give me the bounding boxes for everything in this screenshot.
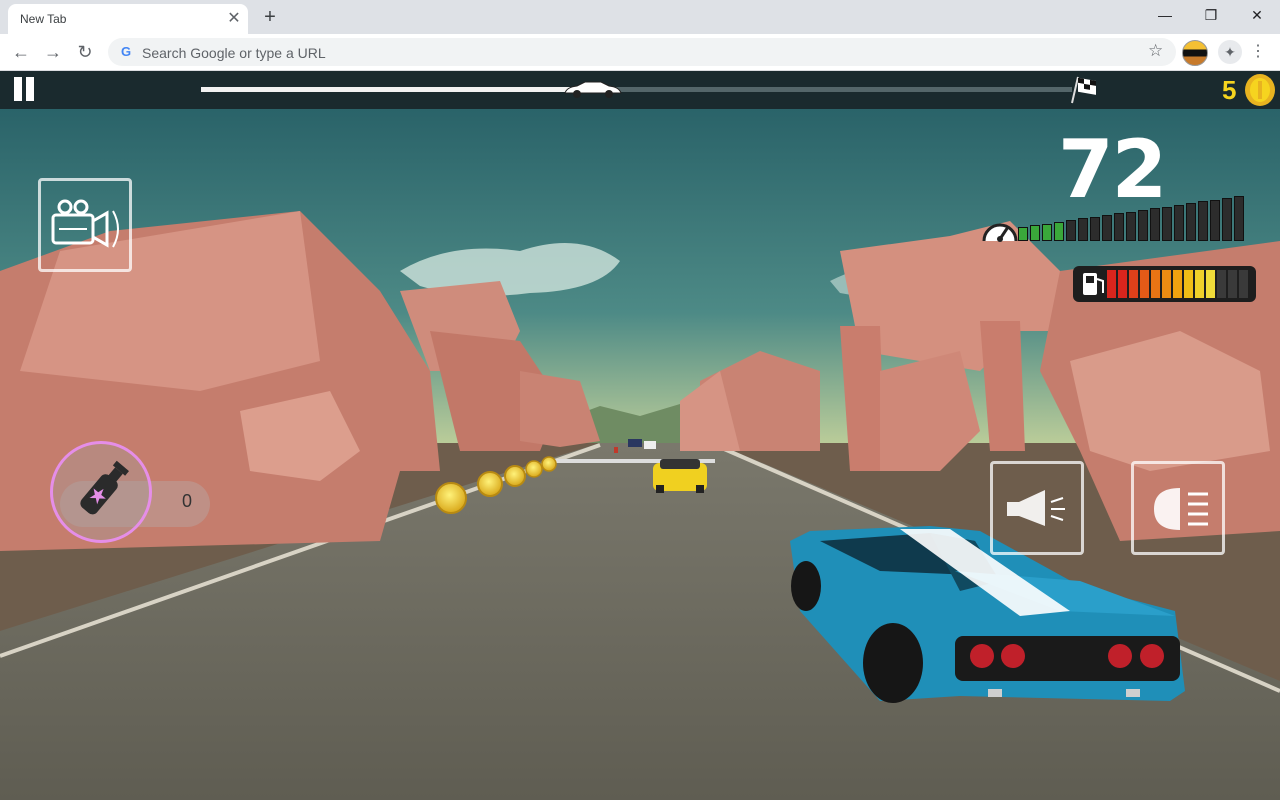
fuel-gauge-segment [1228,270,1237,298]
fuel-pump-icon [1083,273,1104,295]
omnibox-placeholder[interactable]: Search Google or type a URL [142,45,326,61]
player-car-marker-icon [564,81,622,98]
headlight-icon [1154,488,1208,530]
speedometer-icon [982,223,1018,242]
new-tab-button[interactable]: + [258,5,282,29]
coin-icon [1245,74,1275,106]
speed-gauge-segment [1114,213,1124,241]
opponent-car [653,459,707,493]
game-viewport[interactable]: 5 72 0 [0,71,1280,800]
speed-gauge-segment [1126,212,1136,241]
reload-icon[interactable]: ↻ [72,39,98,65]
speed-gauge-segment [1150,208,1160,241]
speed-gauge-segment [1054,222,1064,241]
fuel-gauge-segment [1129,270,1138,298]
horn-button[interactable] [990,461,1084,555]
checkered-flag-icon [1071,76,1096,104]
fuel-gauge-segment [1140,270,1149,298]
browser-toolbar: ← → ↻ G Search Google or type a URL ☆ ✦ … [0,34,1280,71]
speed-gauge-segment [1186,203,1196,241]
race-progress-completed [201,87,593,92]
omnibox[interactable]: G Search Google or type a URL ☆ [108,38,1176,66]
nitro-count: 0 [182,491,193,511]
horn-icon [1007,490,1065,526]
headlight-button[interactable] [1131,461,1225,555]
fuel-gauge-segment [1107,270,1116,298]
fuel-gauge [1073,266,1256,302]
speed-gauge-segment [1030,225,1040,241]
fuel-gauge-segment [1151,270,1160,298]
fuel-gauge-segment [1195,270,1204,298]
tab-title: New Tab [20,12,67,26]
nitro-button[interactable] [50,441,152,543]
menu-icon[interactable]: ⋮ [1250,40,1266,64]
race-progress-remaining [593,87,1072,92]
restore-button[interactable]: ❐ [1188,0,1234,30]
avatar[interactable] [1182,40,1208,66]
speed-gauge-segment [1222,198,1232,241]
star-icon[interactable]: ☆ [1148,41,1163,61]
google-icon: G [120,44,132,59]
close-window-button[interactable]: ✕ [1234,0,1280,30]
fuel-gauge-segment [1173,270,1182,298]
close-icon[interactable]: ✕ [224,9,244,29]
back-icon[interactable]: ← [8,39,34,65]
fuel-gauge-segment [1206,270,1215,298]
speed-gauge-segment [1162,207,1172,241]
fuel-gauge-segment [1184,270,1193,298]
fuel-gauge-segment [1239,270,1248,298]
fuel-gauge-segment [1162,270,1171,298]
speed-gauge-segment [1078,218,1088,241]
speed-gauge-segment [1090,217,1100,241]
speed-gauge-segment [1102,215,1112,241]
speed-gauge-segment [1066,220,1076,241]
extensions-icon[interactable]: ✦ [1218,40,1242,64]
speed-gauge-segment [1234,196,1244,241]
minimize-button[interactable]: — [1142,0,1188,30]
speed-gauge-segment [1174,205,1184,241]
fuel-gauge-segment [1217,270,1226,298]
fuel-gauge-segment [1118,270,1127,298]
tab-new-tab[interactable]: New Tab ✕ [8,4,248,34]
speed-gauge-segment [1138,210,1148,241]
speed-gauge-segment [1198,201,1208,241]
camera-switch-icon [51,199,119,248]
fuel-level-bars [1107,270,1253,298]
coin-count: 5 [1222,75,1237,105]
nitro-bottle-icon [80,460,129,515]
tab-strip: New Tab ✕ + — ❐ ✕ [0,0,1280,34]
speed-gauge [1018,196,1258,243]
forward-icon[interactable]: → [40,39,66,65]
speed-gauge-segment [1042,224,1052,241]
speed-gauge-segment [1210,200,1220,241]
speed-gauge-segment [1018,227,1028,241]
camera-switch-button[interactable] [38,178,132,272]
pause-icon[interactable] [12,77,38,103]
